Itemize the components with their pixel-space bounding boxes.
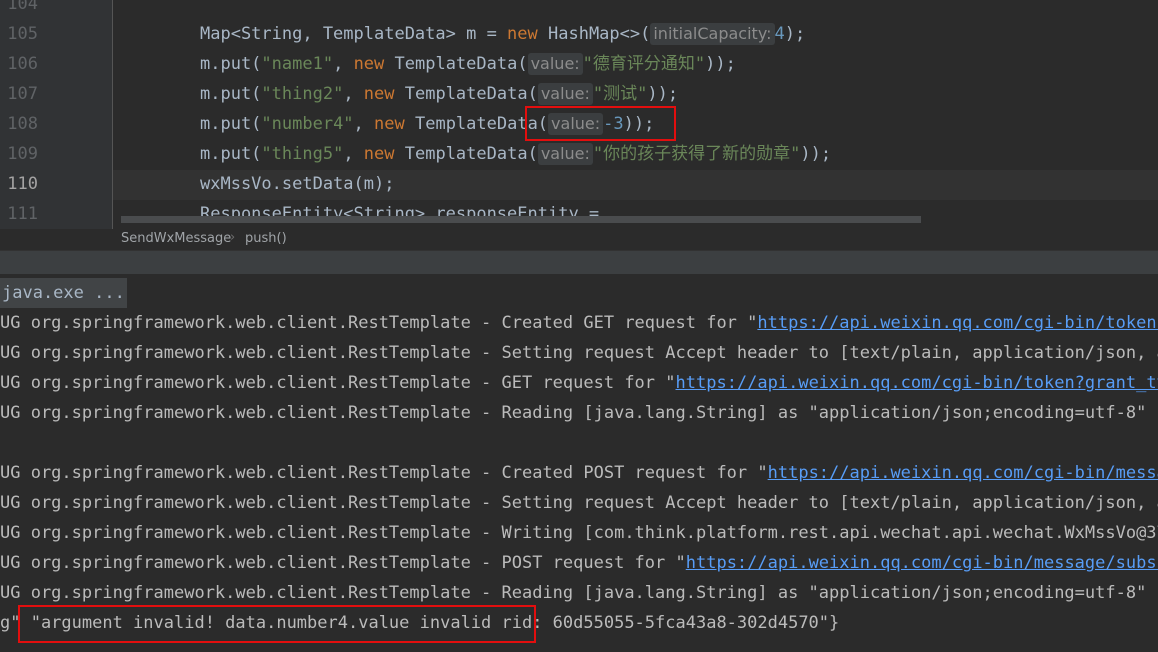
highlight-box-value-arg bbox=[525, 106, 676, 141]
code-text: m.put( bbox=[200, 144, 262, 164]
string-literal: "thing2" bbox=[261, 84, 344, 104]
line-number: 104 bbox=[7, 0, 38, 14]
line-number-current: 110 bbox=[7, 174, 38, 194]
keyword: new bbox=[363, 144, 395, 164]
code-line[interactable]: Map<String, TemplateData> m = new HashMa… bbox=[200, 19, 805, 49]
breadcrumb: SendWxMessage › push() bbox=[0, 229, 1158, 250]
command-folded[interactable]: java.exe ... bbox=[0, 278, 127, 308]
log-text: UG org.springframework.web.client.RestTe… bbox=[0, 493, 1158, 513]
log-text: UG org.springframework.web.client.RestTe… bbox=[0, 403, 1158, 423]
horizontal-scrollbar[interactable] bbox=[121, 216, 921, 223]
highlight-box-error bbox=[18, 605, 536, 643]
code-text: )); bbox=[800, 144, 832, 164]
code-text: , bbox=[343, 84, 364, 104]
line-number: 108 bbox=[7, 114, 38, 134]
breadcrumb-separator-icon: › bbox=[230, 230, 236, 245]
url-link[interactable]: https://api.weixin.qq.com/cgi-bin/messag… bbox=[686, 553, 1158, 573]
parameter-hint: value: bbox=[537, 83, 593, 105]
breadcrumb-class[interactable]: SendWxMessage bbox=[121, 231, 231, 246]
console-line: UG org.springframework.web.client.RestTe… bbox=[0, 398, 1158, 428]
console-line: UG org.springframework.web.client.RestTe… bbox=[0, 548, 1158, 578]
code-text: HashMap<>( bbox=[537, 24, 651, 44]
code-line[interactable]: m.put("thing5", new TemplateData(value: "… bbox=[200, 139, 831, 169]
log-text: UG org.springframework.web.client.RestTe… bbox=[0, 373, 676, 393]
log-text: UG org.springframework.web.client.RestTe… bbox=[0, 343, 1158, 363]
log-text: UG org.springframework.web.client.RestTe… bbox=[0, 463, 768, 483]
code-text: Map<String, TemplateData> m = bbox=[200, 24, 508, 44]
log-text: UG org.springframework.web.client.RestTe… bbox=[0, 583, 1158, 603]
code-text: TemplateData( bbox=[394, 84, 538, 104]
parameter-hint: initialCapacity: bbox=[650, 23, 775, 45]
string-literal: "测试" bbox=[592, 84, 648, 104]
code-text: , bbox=[333, 54, 354, 74]
line-number-gutter[interactable]: 104 105 106 107 108 109 110 111 bbox=[0, 0, 112, 229]
code-text: TemplateData( bbox=[384, 54, 528, 74]
run-console[interactable]: java.exe ... UG org.springframework.web.… bbox=[0, 274, 1158, 652]
string-literal: "你的孩子获得了新的勋章" bbox=[592, 144, 801, 164]
code-text: , bbox=[343, 144, 364, 164]
log-text: UG org.springframework.web.client.RestTe… bbox=[0, 523, 1158, 543]
console-line: UG org.springframework.web.client.RestTe… bbox=[0, 368, 1158, 398]
console-line: UG org.springframework.web.client.RestTe… bbox=[0, 338, 1158, 368]
url-link[interactable]: https://api.weixin.qq.com/cgi-bin/token?… bbox=[757, 313, 1158, 333]
line-number: 107 bbox=[7, 84, 38, 104]
code-text: ); bbox=[784, 24, 806, 44]
console-line: UG org.springframework.web.client.RestTe… bbox=[0, 488, 1158, 518]
keyword: new bbox=[507, 24, 538, 44]
code-line[interactable]: ResponseEntity<String> responseEntity = bbox=[200, 199, 599, 229]
line-number: 111 bbox=[7, 204, 38, 224]
console-line: UG org.springframework.web.client.RestTe… bbox=[0, 308, 1158, 338]
parameter-hint: value: bbox=[527, 53, 583, 75]
code-text: m.put( bbox=[200, 84, 262, 104]
url-link[interactable]: https://api.weixin.qq.com/cgi-bin/token?… bbox=[676, 373, 1158, 393]
code-text: )); bbox=[647, 84, 679, 104]
console-line: UG org.springframework.web.client.RestTe… bbox=[0, 458, 1158, 488]
code-line-current[interactable]: wxMssVo.setData(m); bbox=[200, 169, 394, 199]
line-number: 109 bbox=[7, 144, 38, 164]
string-literal: "thing5" bbox=[261, 144, 344, 164]
line-number: 106 bbox=[7, 54, 38, 74]
string-literal: "name1" bbox=[261, 54, 334, 74]
keyword: new bbox=[363, 84, 395, 104]
code-text: , bbox=[353, 114, 375, 134]
code-text: m.put( bbox=[200, 114, 262, 134]
url-link[interactable]: https://api.weixin.qq.com/cgi-bin/messag… bbox=[768, 463, 1158, 483]
breadcrumb-method[interactable]: push() bbox=[245, 231, 287, 246]
string-literal: "number4" bbox=[261, 114, 354, 134]
code-text: TemplateData( bbox=[394, 144, 538, 164]
keyword: new bbox=[353, 54, 385, 74]
string-literal: "德育评分通知" bbox=[582, 54, 706, 74]
code-line[interactable]: m.put("thing2", new TemplateData(value: "… bbox=[200, 79, 678, 109]
code-editor[interactable]: 104 105 106 107 108 109 110 111 Map<Stri… bbox=[0, 0, 1158, 229]
log-text: UG org.springframework.web.client.RestTe… bbox=[0, 553, 686, 573]
console-line: UG org.springframework.web.client.RestTe… bbox=[0, 518, 1158, 548]
number-literal: 4 bbox=[774, 24, 785, 44]
log-text: UG org.springframework.web.client.RestTe… bbox=[0, 313, 758, 333]
code-text: m.put( bbox=[200, 54, 262, 74]
code-line[interactable]: m.put("name1", new TemplateData(value: "德… bbox=[200, 49, 736, 79]
panel-divider[interactable] bbox=[0, 250, 1158, 275]
line-number: 105 bbox=[7, 24, 38, 44]
console-line: UG org.springframework.web.client.RestTe… bbox=[0, 578, 1158, 608]
console-command-line: java.exe ... bbox=[0, 278, 127, 308]
keyword: new bbox=[374, 114, 405, 134]
parameter-hint: value: bbox=[537, 143, 593, 165]
code-text: )); bbox=[705, 54, 736, 74]
